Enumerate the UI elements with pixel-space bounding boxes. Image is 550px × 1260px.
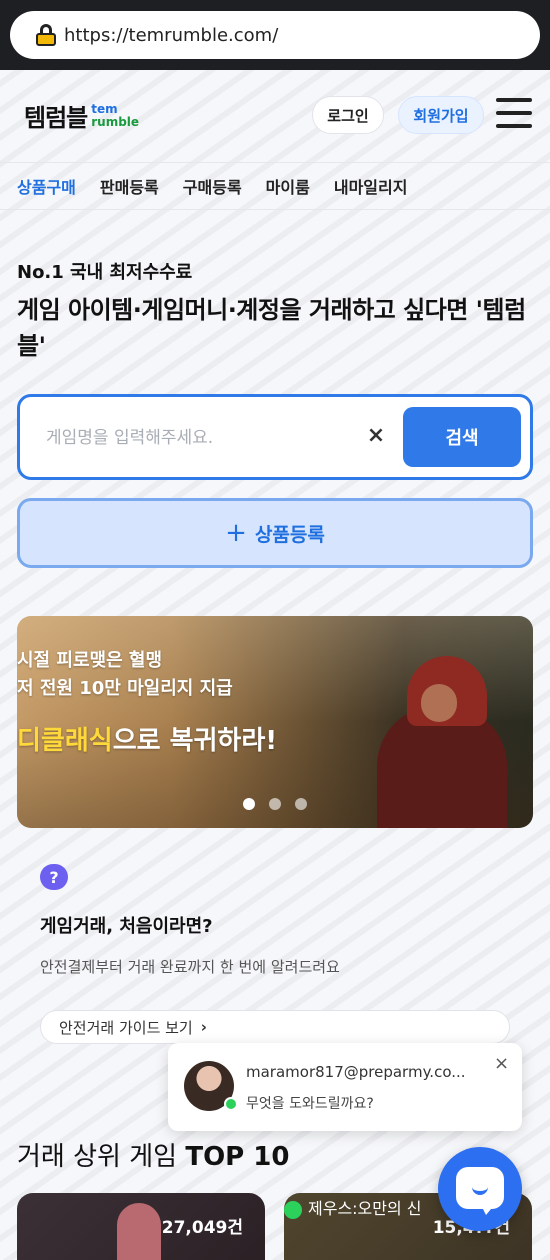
logo-sub-top: tem (91, 101, 118, 116)
carousel-dots (243, 798, 321, 810)
game-name: 제우스:오만의 신 (308, 1199, 422, 1218)
online-status-icon (224, 1097, 238, 1111)
banner-highlight: 디클래식 (17, 726, 113, 756)
clear-icon[interactable]: × (365, 425, 387, 447)
chat-bubble-icon (456, 1167, 504, 1215)
chat-message: 무엇을 도와드릴까요? (246, 1096, 374, 1112)
register-label: 상품등록 (254, 523, 325, 546)
banner-character-image (377, 656, 507, 828)
banner-line-2: 저 전원 10만 마일리지 지급 (17, 678, 233, 699)
banner-line-3: 디클래식으로 복귀하라! (17, 720, 277, 757)
nav-item-mileage[interactable]: 내마일리지 (334, 174, 408, 198)
close-icon[interactable]: × (494, 1055, 509, 1073)
lock-icon (36, 24, 56, 46)
trade-count: 27,049건 (161, 1218, 243, 1238)
signup-button[interactable]: 회원가입 (398, 96, 484, 134)
banner-line-1: 시절 피로맺은 혈맹 (17, 650, 163, 671)
promo-banner[interactable]: 시절 피로맺은 혈맹 저 전원 10만 마일리지 지급 디클래식으로 복귀하라! (17, 616, 533, 828)
guide-title: 게임거래, 처음이라면? (40, 916, 213, 937)
chat-popup[interactable]: maramor817@preparmy.co... 무엇을 도와드릴까요? × (168, 1043, 522, 1131)
nav-item-sell[interactable]: 판매등록 (100, 174, 159, 198)
browser-chrome: https://temrumble.com/ (0, 0, 550, 70)
hero-eyebrow: No.1 국내 최저수수료 (17, 262, 193, 283)
nav-item-buy[interactable]: 상품구매 (17, 174, 76, 198)
nav-item-buy-request[interactable]: 구매등록 (183, 174, 242, 198)
register-product-button[interactable]: + 상품등록 (17, 498, 533, 568)
top10-title-text: 거래 상위 게임 (17, 1142, 186, 1172)
banner-line-3-rest: 으로 복귀하라! (112, 726, 278, 756)
carousel-dot[interactable] (243, 798, 255, 810)
logo-subtext: tem rumble (91, 101, 140, 129)
search-button[interactable]: 검색 (403, 407, 521, 467)
rank-badge-icon (284, 1201, 302, 1219)
question-icon: ? (40, 864, 68, 890)
login-button[interactable]: 로그인 (312, 96, 384, 134)
game-character-image (117, 1203, 161, 1260)
carousel-dot[interactable] (295, 798, 307, 810)
logo-sub-bottom: rumble (91, 114, 140, 129)
top10-title: 거래 상위 게임 TOP 10 (17, 1136, 289, 1173)
site-header: 템럼블 tem rumble 로그인 회원가입 (0, 70, 550, 160)
site-logo[interactable]: 템럼블 tem rumble (24, 98, 139, 133)
top10-title-bold: TOP 10 (185, 1142, 290, 1172)
chat-agent-name: maramor817@preparmy.co... (246, 1063, 466, 1081)
carousel-dot[interactable] (269, 798, 281, 810)
search-box: × 검색 (17, 394, 533, 480)
logo-text: 템럼블 (24, 104, 88, 132)
menu-icon[interactable] (496, 98, 534, 130)
guide-description: 안전결제부터 거래 완료까지 한 번에 알려드려요 (40, 958, 340, 976)
url-text[interactable]: https://temrumble.com/ (64, 25, 278, 46)
game-card[interactable]: 27,049건 (17, 1193, 265, 1260)
main-nav: 상품구매 판매등록 구매등록 마이룸 내마일리지 (0, 162, 550, 210)
chevron-right-icon: › (200, 1018, 207, 1036)
page: 템럼블 tem rumble 로그인 회원가입 상품구매 판매등록 구매등록 마… (0, 70, 550, 1260)
hero-title: 게임 아이템·게임머니·계정을 거래하고 싶다면 '템럼블' (17, 296, 526, 360)
guide-button-label: 안전거래 가이드 보기 (59, 1018, 193, 1037)
guide-button[interactable]: 안전거래 가이드 보기 › (40, 1010, 510, 1044)
nav-item-myroom[interactable]: 마이룸 (266, 174, 310, 198)
chat-fab-button[interactable] (438, 1147, 522, 1231)
address-bar[interactable]: https://temrumble.com/ (10, 11, 540, 59)
plus-icon: + (225, 518, 247, 548)
search-input[interactable] (46, 423, 346, 453)
